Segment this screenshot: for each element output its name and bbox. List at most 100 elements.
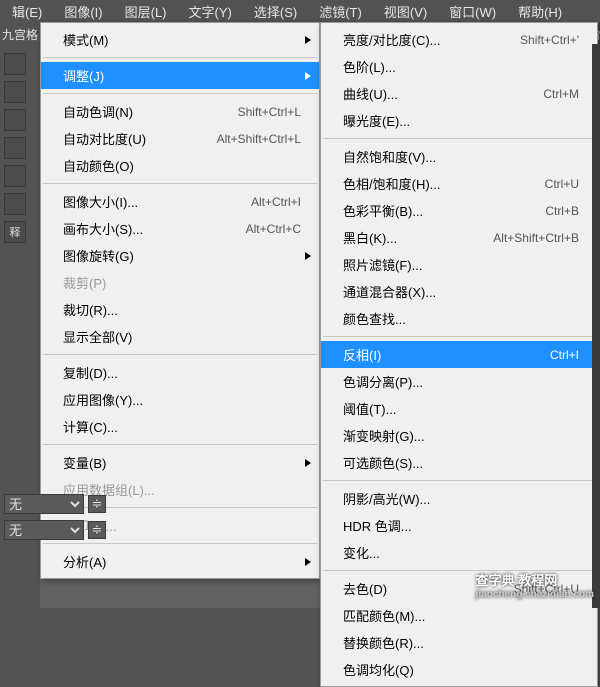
menu-item-label: 复制(D)... [63,363,118,382]
left-panel-cell[interactable] [4,137,26,159]
menu-item-label: 色阶(L)... [343,57,396,76]
menu-separator [43,183,317,184]
menu-item-label: 色调分离(P)... [343,372,423,391]
menu-item[interactable]: 匹配颜色(M)... [321,602,597,629]
menu-item[interactable]: 显示全部(V) [41,323,319,350]
menu-item[interactable]: 通道混合器(X)... [321,278,597,305]
menu-item[interactable]: 帮助(H) [510,0,570,23]
menu-item[interactable]: 色阶(L)... [321,53,597,80]
menu-item[interactable]: 自动色调(N)Shift+Ctrl+L [41,98,319,125]
menu-item[interactable]: 反相(I)Ctrl+I [321,341,597,368]
menu-item[interactable]: 渐变映射(G)... [321,422,597,449]
select-1[interactable]: 无 [4,494,84,514]
menu-item[interactable]: 滤镜(T) [311,0,370,23]
menu-item[interactable]: 变化... [321,539,597,566]
menu-item-shortcut: Alt+Shift+Ctrl+B [493,231,579,245]
submenu-arrow-icon [305,72,311,80]
menu-item-label: 阴影/高光(W)... [343,489,430,508]
menu-item[interactable]: 图像大小(I)...Alt+Ctrl+I [41,188,319,215]
stepper-icon[interactable]: ≑ [88,521,106,539]
menu-item-label: 照片滤镜(F)... [343,255,422,274]
menu-item[interactable]: 阈值(T)... [321,395,597,422]
menu-item[interactable]: 照片滤镜(F)... [321,251,597,278]
submenu-arrow-icon [305,558,311,566]
menu-item[interactable]: 自动颜色(O) [41,152,319,179]
menu-item[interactable]: 色相/饱和度(H)... Ctrl+U [321,170,597,197]
menu-item-label: 可选颜色(S)... [343,453,423,472]
stepper-icon[interactable]: ≑ [88,495,106,513]
menu-item-label: HDR 色调... [343,516,412,535]
menu-item-label: 曝光度(E)... [343,111,410,130]
menu-item-label: 裁剪(P) [63,273,106,292]
left-cells: 释 [0,53,40,243]
menubar: 辑(E) 图像(I) 图层(L) 文字(Y) 选择(S) 滤镜(T) 视图(V) 窗口(W) 帮… [0,0,600,22]
menu-item-label: 通道混合器(X)... [343,282,436,301]
menu-item[interactable]: 选择(S) [246,0,305,23]
menu-item-label: 自然饱和度(V)... [343,147,436,166]
menu-item-label: 替换颜色(R)... [343,633,424,652]
menu-item-label: 颜色查找... [343,309,406,328]
menu-item-label: 色彩平衡(B)... [343,201,423,220]
menu-item[interactable]: 分析(A) [41,548,319,575]
menu-item[interactable]: 变量(B) [41,449,319,476]
menu-item-label: 画布大小(S)... [63,219,143,238]
menu-item[interactable]: 模式(M) [41,26,319,53]
menu-item[interactable]: 复制(D)... [41,359,319,386]
menu-item[interactable]: 曝光度(E)... [321,107,597,134]
menu-item[interactable]: 辑(E) [4,0,50,23]
submenu-arrow-icon [305,36,311,44]
menu-item[interactable]: 图像(I) [56,0,110,23]
menu-item-label: 显示全部(V) [63,327,132,346]
menu-item[interactable]: 自动对比度(U)Alt+Shift+Ctrl+L [41,125,319,152]
menu-item[interactable]: 文字(Y) [181,0,240,23]
menu-item-label: 亮度/对比度(C)... [343,30,441,49]
menu-item[interactable]: 亮度/对比度(C)... Shift+Ctrl+' [321,26,597,53]
menu-item[interactable]: 色调分离(P)... [321,368,597,395]
left-panel-cell[interactable] [4,109,26,131]
menu-item-shortcut: Ctrl+U [545,177,579,191]
select-2[interactable]: 无 [4,520,84,540]
menu-item-label: 色相/饱和度(H)... [343,174,441,193]
menu-item[interactable]: 图层(L) [117,0,175,23]
menu-item[interactable]: 裁切(R)... [41,296,319,323]
menu-separator [323,480,595,481]
menu-item[interactable]: 视图(V) [376,0,435,23]
menu-item[interactable]: 色调均化(Q) [321,656,597,683]
menu-item[interactable]: 曲线(U)... Ctrl+M [321,80,597,107]
left-panel-cell[interactable] [4,193,26,215]
menu-item-label: 黑白(K)... [343,228,397,247]
left-panel-cell[interactable] [4,81,26,103]
menu-separator [43,444,317,445]
menu-item-shortcut: Alt+Ctrl+C [246,222,301,236]
left-panel-cell[interactable] [4,53,26,75]
menu-item[interactable]: 计算(C)... [41,413,319,440]
menu-item-shortcut: Shift+Ctrl+' [520,33,579,47]
menu-item[interactable]: 阴影/高光(W)... [321,485,597,512]
menu-item-shortcut: Alt+Shift+Ctrl+L [217,132,301,146]
menu-item-label: 阈值(T)... [343,399,396,418]
menu-item-label: 曲线(U)... [343,84,398,103]
menu-item[interactable]: 黑白(K)... Alt+Shift+Ctrl+B [321,224,597,251]
menu-item[interactable]: 应用图像(Y)... [41,386,319,413]
menu-item-shortcut: Ctrl+M [543,87,579,101]
menu-item-shortcut: Ctrl+B [545,204,579,218]
menu-item[interactable]: 替换颜色(R)... [321,629,597,656]
menu-item[interactable]: 调整(J) [41,62,319,89]
menu-item[interactable]: 自然饱和度(V)... [321,143,597,170]
menu-item-label: 反相(I) [343,345,381,364]
menu-item[interactable]: 图像旋转(G) [41,242,319,269]
menu-item-shortcut: Shift+Ctrl+L [238,105,301,119]
menu-item[interactable]: HDR 色调... [321,512,597,539]
menu-item[interactable]: 色彩平衡(B)... Ctrl+B [321,197,597,224]
left-panel-cell[interactable]: 释 [4,221,26,243]
menu-item[interactable]: 窗口(W) [441,0,504,23]
left-panel-label: 九宫格 [0,22,40,47]
menu-item-label: 计算(C)... [63,417,118,436]
submenu-arrow-icon [305,252,311,260]
menu-item[interactable]: 颜色查找... [321,305,597,332]
menu-separator [43,354,317,355]
menu-item-label: 模式(M) [63,30,109,49]
menu-item[interactable]: 画布大小(S)... Alt+Ctrl+C [41,215,319,242]
left-panel-cell[interactable] [4,165,26,187]
menu-item[interactable]: 可选颜色(S)... [321,449,597,476]
